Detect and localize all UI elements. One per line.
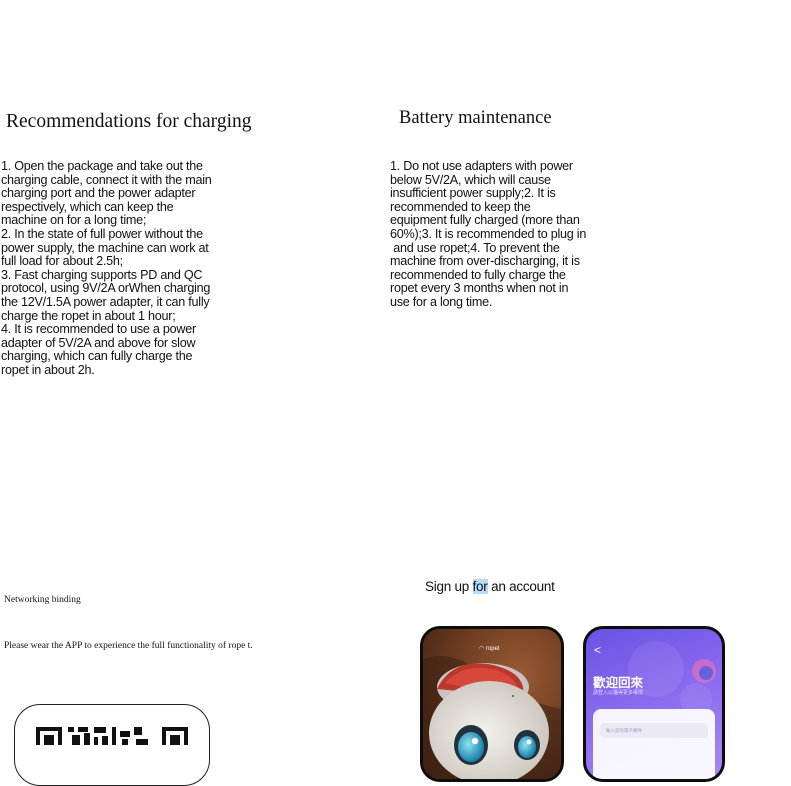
back-arrow-icon[interactable]: < bbox=[594, 643, 601, 657]
charging-line: machine on for a long time; bbox=[1, 213, 147, 228]
charging-line: charging cable, connect it with the main bbox=[1, 172, 212, 187]
networking-description: Please wear the APP to experience the fu… bbox=[4, 641, 253, 651]
charging-line: full load for about 2.5h; bbox=[1, 254, 123, 269]
battery-line: recommended to keep the bbox=[390, 199, 531, 214]
charging-instructions: 1. Open the package and take out the cha… bbox=[1, 159, 271, 378]
battery-line: equipment fully charged (more than bbox=[390, 213, 580, 228]
charging-line: respectively, which can keep the bbox=[1, 199, 174, 214]
networking-title: Networking binding bbox=[4, 595, 81, 605]
charging-line: the 12V/1.5A power adapter, it can fully bbox=[1, 294, 210, 309]
charging-line: 1. Open the package and take out the bbox=[1, 159, 203, 173]
charging-line: charging port and the power adapter bbox=[1, 186, 196, 201]
login-subtitle: 請登入以獲得更多權限 bbox=[593, 690, 644, 696]
charging-line: charging, which can fully charge the bbox=[1, 349, 193, 364]
battery-line: machine from over-discharging, it is bbox=[390, 254, 580, 269]
charging-line: 4. It is recommended to use a power bbox=[1, 322, 196, 337]
ropet-logo: ◠ ropet bbox=[479, 645, 500, 652]
qr-code-card bbox=[14, 704, 210, 786]
charging-line: protocol, using 9V/2A orWhen charging bbox=[1, 281, 211, 296]
battery-line: below 5V/2A, which will cause bbox=[390, 172, 551, 187]
email-input[interactable]: 輸入您的電子郵件 bbox=[600, 723, 708, 738]
battery-instructions: 1. Do not use adapters with power below … bbox=[390, 159, 640, 310]
ropet-logo-icon: ◠ bbox=[479, 646, 486, 652]
charging-line: ropet in about 2h. bbox=[1, 362, 95, 377]
signup-text-highlight: for bbox=[472, 579, 488, 594]
battery-line: 60%);3. It is recommended to plug in bbox=[390, 226, 587, 241]
charging-line: charge the ropet in about 1 hour; bbox=[1, 308, 176, 323]
qr-code-icon bbox=[36, 727, 188, 745]
battery-line: ropet every 3 months when not in bbox=[390, 281, 569, 296]
charging-line: 2. In the state of full power without th… bbox=[1, 226, 203, 241]
battery-line: use for a long time. bbox=[390, 294, 493, 309]
battery-line: 1. Do not use adapters with power bbox=[390, 159, 573, 173]
charging-section-title: Recommendations for charging bbox=[6, 111, 252, 132]
signup-text-before: Sign up bbox=[425, 579, 473, 594]
signup-text-after: an account bbox=[487, 579, 555, 594]
login-form-panel: 輸入您的電子郵件 bbox=[593, 709, 715, 779]
phone-mockup-login-screen: < 歡迎回來 請登入以獲得更多權限 輸入您的電子郵件 bbox=[583, 626, 725, 782]
ropet-brand-text: ropet bbox=[485, 646, 500, 652]
battery-line: and use ropet;4. To prevent the bbox=[390, 240, 560, 255]
charging-line: power supply, the machine can work at bbox=[1, 240, 209, 255]
battery-line: recommended to fully charge the bbox=[390, 267, 566, 282]
phone-mockup-ropet-photo: ◠ ropet bbox=[420, 626, 564, 782]
charging-line: adapter of 5V/2A and above for slow bbox=[1, 335, 196, 350]
charging-line: 3. Fast charging supports PD and QC bbox=[1, 267, 203, 282]
battery-section-title: Battery maintenance bbox=[399, 108, 552, 128]
signup-heading: Sign up for an account bbox=[425, 579, 555, 594]
battery-line: insufficient power supply;2. It is bbox=[390, 186, 556, 201]
